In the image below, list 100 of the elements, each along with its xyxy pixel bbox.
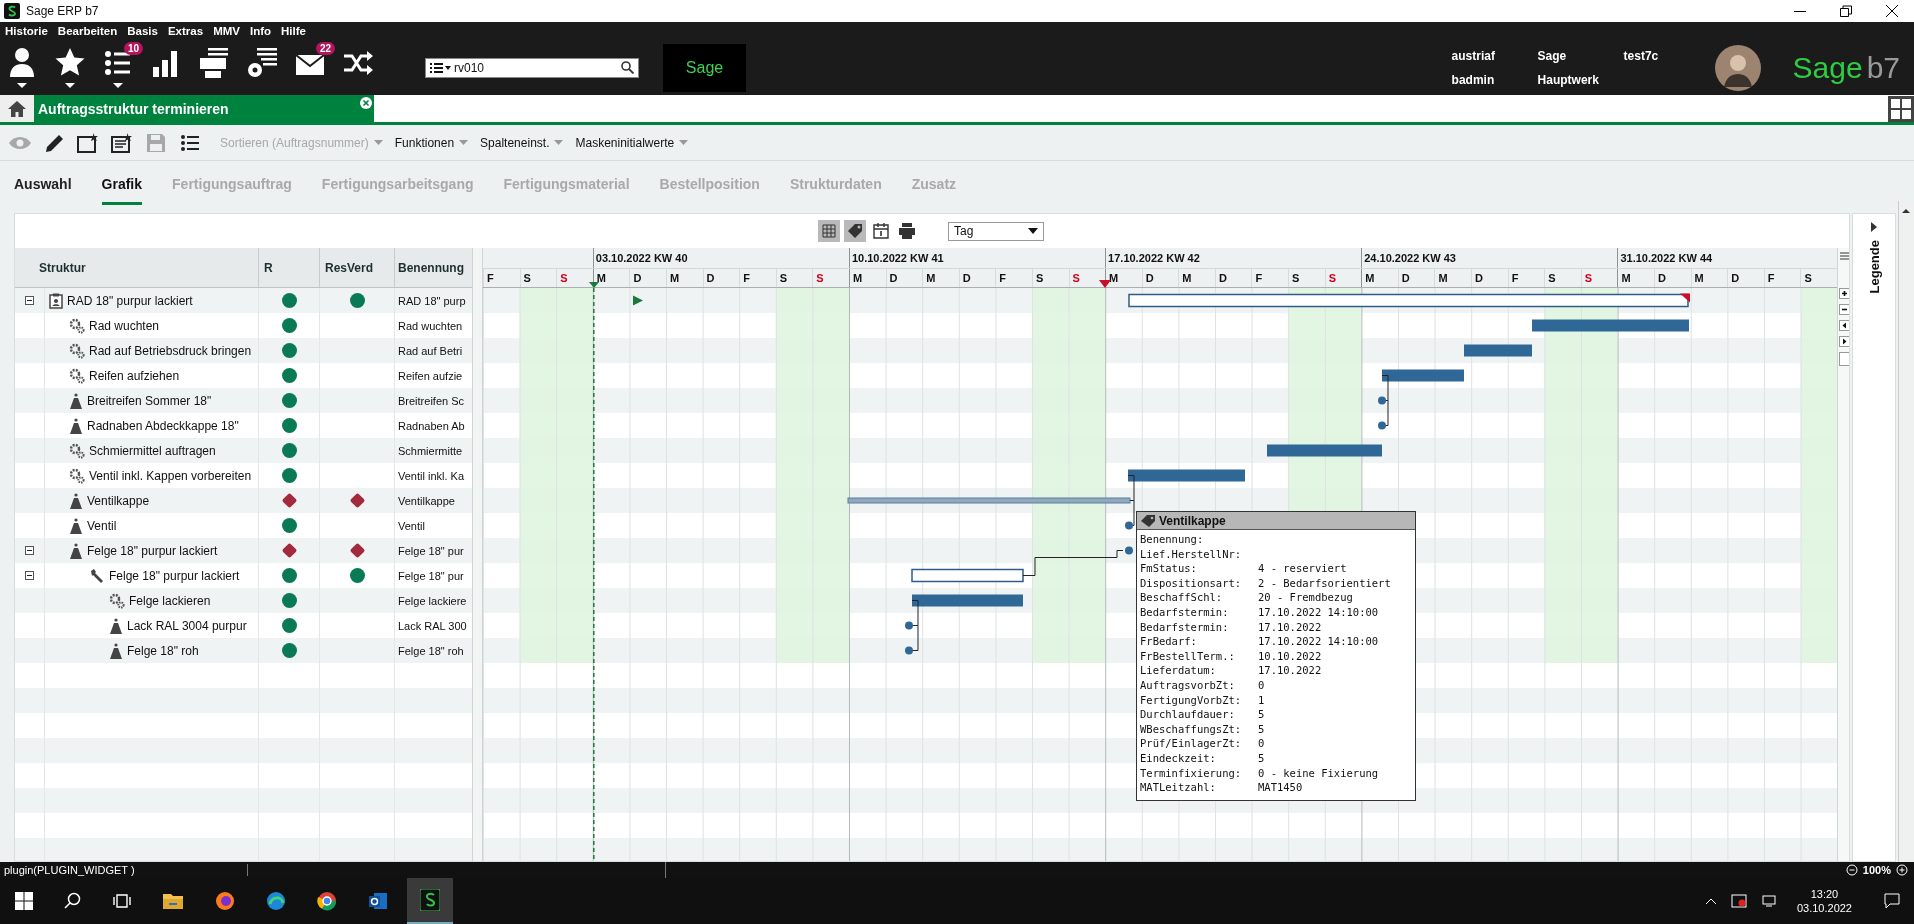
restore-icon[interactable] [1840, 5, 1852, 17]
milestone-dot[interactable] [1378, 396, 1386, 405]
gantt-bar[interactable] [911, 568, 1024, 583]
menu-item[interactable]: Info [249, 25, 272, 37]
list-dropdown-icon[interactable] [430, 61, 452, 74]
day-label: M [669, 272, 680, 284]
field-value: 5 [1258, 722, 1265, 737]
collapse-toggle-icon[interactable] [25, 296, 34, 305]
milestone-dot[interactable] [905, 621, 913, 630]
menu-item[interactable]: MMV [213, 25, 240, 37]
calendar-icon[interactable] [870, 220, 892, 242]
grid-view-icon[interactable] [818, 220, 840, 242]
folder-icon[interactable] [162, 892, 184, 910]
menu-item[interactable]: Basis [127, 25, 158, 37]
menu-item[interactable]: Extras [167, 25, 204, 37]
home-icon[interactable] [7, 99, 27, 118]
day-label: M [1365, 272, 1375, 284]
field-label: Lief.HerstellNr: [1140, 547, 1243, 562]
new-document-icon[interactable] [76, 131, 100, 154]
table-row[interactable]: Felge 18" purpur lackiert Felge 18" pur [15, 538, 472, 563]
scrollbar[interactable] [1898, 201, 1913, 862]
tree-item-label: Ventil inkl. Kappen vorbereiten [89, 468, 252, 483]
mail-app-icon[interactable] [368, 891, 388, 911]
column-header[interactable]: ResVerd [320, 248, 395, 287]
menu-dropdown[interactable]: Spalteneinst. [480, 135, 564, 150]
legend-label[interactable]: Legende [1866, 240, 1882, 294]
table-row[interactable]: Breitreifen Sommer 18" Breitreifen Sc [15, 388, 472, 413]
field-label: FertigungVorbZt: [1140, 693, 1243, 708]
printer-icon[interactable] [896, 220, 918, 242]
milestone-dot[interactable] [1125, 546, 1133, 555]
gears-icon [69, 317, 85, 334]
day-label: S [779, 272, 788, 284]
task-view-icon[interactable] [113, 892, 131, 910]
apps-grid-icon[interactable] [1888, 96, 1914, 122]
table-row[interactable]: RAD 18" purpur lackiert RAD 18" purp [15, 288, 472, 313]
field-label: FmStatus: [1140, 562, 1198, 577]
caret-up-icon[interactable] [1704, 897, 1717, 905]
table-row[interactable]: Schmiermittel auftragen Schmiermitte [15, 438, 472, 463]
connector-line [1127, 475, 1135, 526]
day-label: D [889, 272, 898, 284]
search-field[interactable]: rv010 [425, 57, 639, 78]
milestone-dot[interactable] [905, 646, 913, 655]
weight-icon [69, 517, 83, 534]
document-tab[interactable]: Auftragsstruktur terminieren [34, 95, 374, 122]
scroll-left-icon[interactable] [1839, 320, 1849, 331]
menu-item[interactable]: Bearbeiten [57, 25, 118, 37]
day-label: S [560, 272, 568, 284]
zoom-in-icon[interactable] [1839, 288, 1849, 299]
column-header[interactable]: Struktur [15, 248, 259, 287]
search-icon[interactable] [621, 61, 634, 74]
table-row[interactable]: Rad auf Betriebsdruck bringen Rad auf Betri [15, 338, 472, 363]
menu-item[interactable]: Hilfe [281, 25, 306, 37]
collapse-toggle-icon[interactable] [25, 571, 34, 580]
app-icon[interactable] [420, 889, 440, 911]
scroll-right-icon[interactable] [1839, 336, 1849, 347]
table-row[interactable]: Felge lackieren Felge lackiere [15, 588, 472, 613]
gantt-bar[interactable] [1128, 293, 1689, 308]
scrollbar-thumb[interactable] [1839, 352, 1849, 366]
avatar[interactable] [1714, 44, 1761, 91]
zoom-out-icon[interactable] [1839, 304, 1849, 315]
browser-icon[interactable] [317, 891, 337, 911]
tab[interactable]: Grafik [101, 163, 143, 205]
new-form-icon[interactable] [110, 131, 134, 154]
caret-icon[interactable] [1028, 228, 1038, 234]
tree-item-label: Felge lackieren [129, 593, 211, 608]
week-label: 03.10.2022 KW 40 [594, 252, 688, 264]
alert-icon[interactable] [1730, 894, 1747, 908]
windows-start-icon[interactable] [15, 892, 33, 910]
network-icon[interactable] [1760, 894, 1777, 908]
day-label: S [1328, 272, 1336, 284]
milestone-dot[interactable] [1378, 421, 1386, 430]
column-header[interactable]: Benennung [395, 248, 472, 287]
column-header[interactable]: R [259, 248, 320, 287]
day-label: D [1218, 272, 1227, 284]
tag-icon[interactable] [844, 220, 866, 242]
notification-badge: 22 [315, 41, 335, 55]
browser-icon[interactable] [266, 891, 286, 911]
clock-time[interactable]: 13:20 [1810, 888, 1839, 900]
close-icon[interactable] [1886, 5, 1898, 17]
menu-dropdown[interactable]: Funktionen [394, 135, 469, 150]
weight-icon [69, 542, 83, 559]
menu-dropdown[interactable]: Maskeninitialwerte [575, 135, 689, 150]
browser-icon[interactable] [215, 891, 235, 911]
tab[interactable]: Auswahl [14, 163, 72, 205]
table-cell: Felge 18" pur [398, 569, 464, 582]
collapse-toggle-icon[interactable] [25, 546, 34, 555]
gears-icon [109, 592, 125, 609]
search-icon[interactable] [64, 892, 82, 910]
menu-icon[interactable] [1839, 251, 1849, 262]
week-label: 10.10.2022 KW 41 [850, 252, 944, 264]
table-row[interactable]: Felge 18" roh Felge 18" roh [15, 638, 472, 663]
menu-item[interactable]: Historie [5, 25, 48, 37]
milestone-dot[interactable] [1125, 521, 1133, 530]
tree-item-label: Ventil [87, 518, 117, 533]
table-row[interactable]: Ventilkappe Ventilkappe [15, 488, 472, 513]
view-dropdown[interactable]: Tag [948, 221, 1044, 241]
notification-icon[interactable] [1884, 893, 1900, 909]
expand-icon[interactable] [1870, 222, 1878, 232]
clock-date[interactable]: 03.10.2022 [1796, 902, 1852, 914]
day-label: F [999, 272, 1007, 284]
